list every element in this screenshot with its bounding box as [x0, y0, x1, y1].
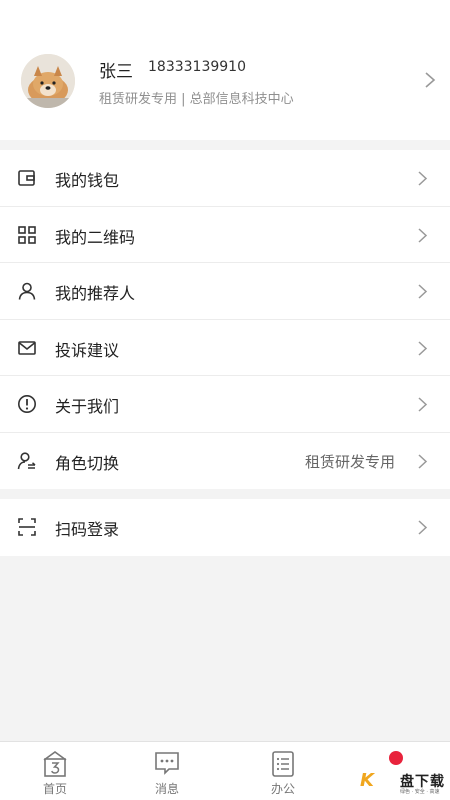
- menu-label: 角色切换: [55, 453, 120, 473]
- chevron-right-icon: [418, 171, 428, 186]
- menu-group-main: 我的钱包 我的二维码 我的推荐人 投诉建议 关于我们 角色切换 租赁研发专用: [0, 150, 450, 489]
- avatar[interactable]: [21, 54, 75, 108]
- office-icon: [272, 751, 294, 777]
- menu-label: 我的推荐人: [55, 284, 136, 303]
- watermark-logo: K 盘下载 绿色 · 安全 · 高速: [358, 750, 450, 800]
- menu-item-referrer[interactable]: 我的推荐人: [0, 263, 450, 320]
- chevron-right-icon: [418, 453, 428, 469]
- dog-avatar-icon: [21, 54, 75, 108]
- mail-icon: [18, 340, 36, 355]
- profile-header[interactable]: 张三 18333139910 租赁研发专用 | 总部信息科技中心: [0, 0, 450, 140]
- person-icon: [18, 282, 36, 300]
- tab-label: 消息: [154, 782, 179, 796]
- menu-item-wallet[interactable]: 我的钱包: [0, 150, 450, 207]
- user-department: 租赁研发专用 | 总部信息科技中心: [99, 92, 294, 107]
- home-icon: [43, 751, 67, 777]
- current-role-value: 租赁研发专用: [304, 452, 395, 471]
- info-icon: [18, 395, 36, 413]
- menu-group-scan: 扫码登录: [0, 499, 450, 556]
- tab-messages[interactable]: 消息: [127, 742, 207, 800]
- scan-icon: [18, 518, 36, 536]
- user-phone: 18333139910: [148, 59, 246, 75]
- watermark-subtext: 绿色 · 安全 · 高速: [400, 789, 440, 795]
- menu-label: 我的二维码: [55, 227, 136, 247]
- tab-home[interactable]: 首页: [15, 742, 95, 800]
- chevron-right-icon: [418, 397, 428, 412]
- tab-label: 办公: [270, 782, 295, 796]
- menu-item-feedback[interactable]: 投诉建议: [0, 320, 450, 376]
- qr-grid-icon: [18, 225, 36, 244]
- chevron-right-icon: [425, 72, 436, 88]
- menu-item-scan-login[interactable]: 扫码登录: [0, 499, 450, 556]
- menu-item-role-switch[interactable]: 角色切换 租赁研发专用: [0, 433, 450, 490]
- menu-item-qrcode[interactable]: 我的二维码: [0, 207, 450, 263]
- chevron-right-icon: [418, 227, 428, 243]
- notification-dot: [389, 751, 403, 765]
- chevron-right-icon: [418, 520, 428, 535]
- user-name: 张三: [99, 62, 133, 82]
- watermark-letter: K: [360, 770, 374, 791]
- chevron-right-icon: [418, 340, 428, 356]
- menu-label: 扫码登录: [55, 520, 120, 539]
- menu-label: 投诉建议: [55, 340, 120, 360]
- tab-label: 首页: [42, 782, 67, 796]
- wallet-icon: [18, 170, 35, 186]
- menu-label: 我的钱包: [55, 171, 120, 190]
- menu-label: 关于我们: [55, 397, 120, 416]
- message-icon: [155, 752, 179, 775]
- switch-user-icon: [17, 451, 36, 469]
- tab-office[interactable]: 办公: [243, 742, 323, 800]
- chevron-right-icon: [418, 284, 428, 299]
- menu-item-about[interactable]: 关于我们: [0, 376, 450, 433]
